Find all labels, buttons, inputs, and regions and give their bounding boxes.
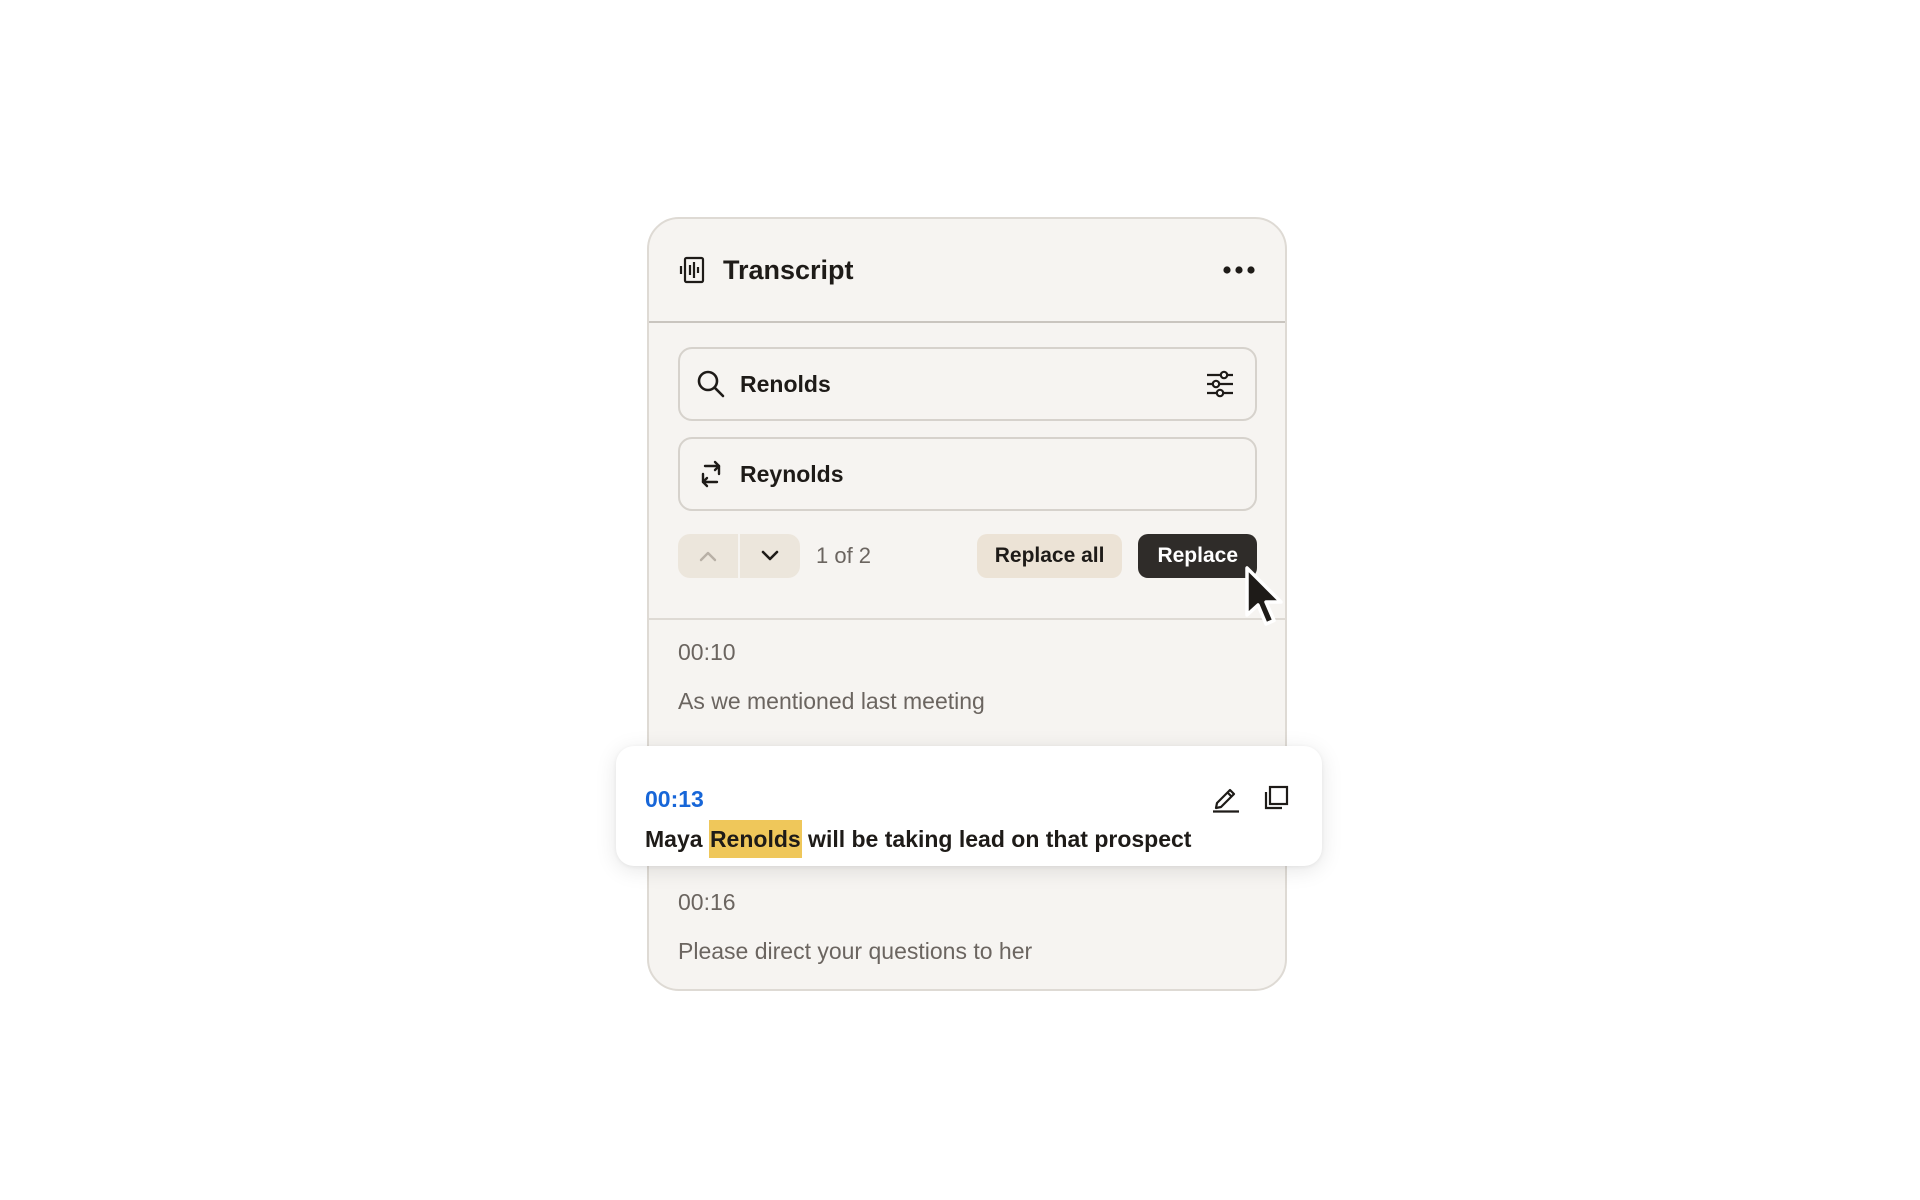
segment-timestamp[interactable]: 00:13 [645,784,1192,816]
transcript-segment[interactable]: 00:16 Please direct your questions to he… [678,889,1032,965]
search-icon [694,367,728,401]
pencil-icon [1213,788,1239,813]
active-transcript-segment[interactable]: 00:13 Maya Renolds will be taking lead o… [616,746,1322,866]
sliders-icon [1207,370,1233,398]
segment-text: As we mentioned last meeting [678,688,985,714]
segment-text-before: Maya [645,826,709,852]
replace-all-button[interactable]: Replace all [976,534,1123,578]
transcript-segment[interactable]: 00:10 As we mentioned last meeting [678,639,985,715]
segment-text: Please direct your questions to her [678,938,1033,964]
find-replace-area: Renolds Reynolds 1 of 2 Replace all Repl… [649,323,1285,620]
segment-text-after: will be taking lead on that prospect [801,826,1192,852]
segment-timestamp: 00:10 [678,639,736,665]
next-match-button[interactable] [738,534,800,578]
chevron-up-icon [699,551,717,562]
search-match-highlight: Renolds [708,820,802,858]
swap-arrows-icon [694,457,728,491]
previous-match-button[interactable] [678,534,738,578]
transcript-panel: Transcript Renolds Reynolds 1 of 2 Repla… [647,217,1287,991]
segment-text: Maya Renolds will be taking lead on that… [645,820,1292,858]
segment-timestamp: 00:16 [678,889,736,915]
panel-header: Transcript [649,219,1285,323]
panel-title: Transcript [723,254,854,285]
copy-segment-button[interactable] [1260,782,1292,814]
chevron-down-icon [761,550,779,561]
stage: Transcript Renolds Reynolds 1 of 2 Repla… [0,0,1920,1200]
replace-button[interactable]: Replace [1138,534,1257,578]
match-count: 1 of 2 [816,543,872,568]
search-filter-button[interactable] [1203,367,1237,401]
mouse-pointer-icon [1245,566,1283,626]
replace-field[interactable]: Reynolds [678,437,1257,511]
more-horizontal-icon [1223,266,1255,274]
segment-header: 00:13 [645,746,1292,816]
match-navigation [678,534,800,578]
more-options-button[interactable] [1221,252,1257,288]
edit-segment-button[interactable] [1210,782,1242,814]
search-field[interactable]: Renolds [678,347,1257,421]
copy-icon [1264,785,1289,810]
transcript-icon [679,255,709,285]
match-controls: 1 of 2 Replace all Replace [678,534,1257,578]
search-input[interactable]: Renolds [740,371,1203,398]
replace-input[interactable]: Reynolds [740,461,1237,488]
